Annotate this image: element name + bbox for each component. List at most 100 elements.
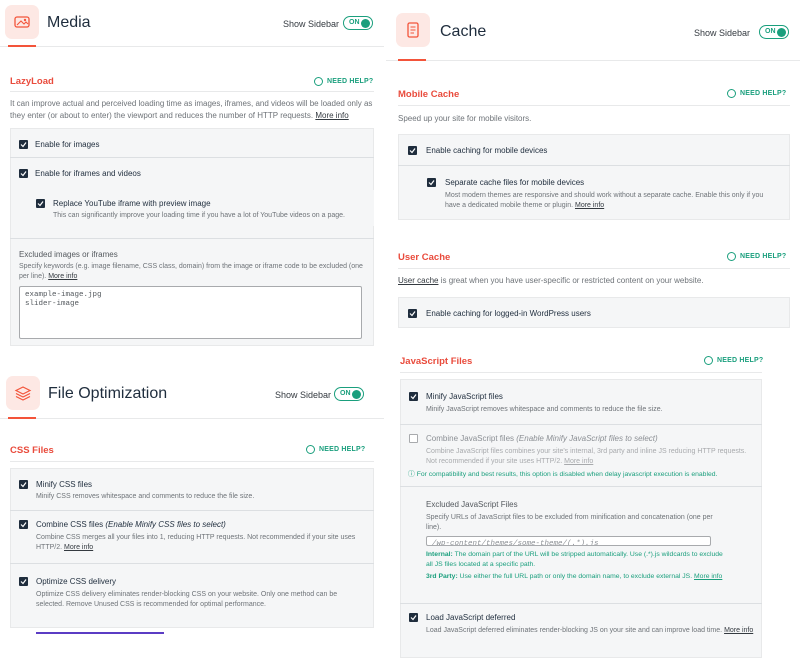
checkbox-mobile-cache[interactable] [408, 146, 417, 155]
user-cache-link[interactable]: User cache [398, 276, 438, 285]
checkbox-combine-js[interactable] [409, 434, 418, 443]
header-accent [8, 417, 36, 419]
page-title: Media [47, 14, 91, 31]
option-description: This can significantly improve your load… [53, 212, 345, 219]
checkbox-images[interactable] [19, 140, 28, 149]
need-help-link[interactable]: NEED HELP? [306, 445, 365, 454]
more-info-link[interactable]: More info [48, 273, 77, 280]
excluded-description: Specify keywords (e.g. image filename, C… [19, 263, 363, 280]
header-divider [0, 418, 384, 419]
need-help-link[interactable]: NEED HELP? [727, 89, 786, 98]
help-icon [727, 252, 736, 261]
excluded-textarea[interactable]: example-image.jpg slider-image [19, 286, 362, 339]
file-optimization-panel: File Optimization Show Sidebar ON CSS Fi… [0, 350, 384, 658]
toggle-state: ON [765, 28, 776, 35]
option-label: Enable caching for logged-in WordPress u… [426, 309, 591, 318]
checkbox-youtube[interactable] [36, 199, 45, 208]
cache-icon [396, 13, 430, 47]
option-label: Combine JavaScript files (Enable Minify … [426, 434, 658, 443]
option-description: Load JavaScript deferred eliminates rend… [426, 627, 754, 634]
layers-icon [6, 376, 40, 410]
user-cache-description: User cache is great when you have user-s… [398, 276, 704, 285]
help-icon [727, 89, 736, 98]
mobile-cache-description: Speed up your site for mobile visitors. [398, 114, 532, 123]
checkbox-iframes[interactable] [19, 169, 28, 178]
toggle-knob [777, 28, 786, 37]
option-description: Most modern themes are responsive and sh… [445, 192, 764, 209]
section-title-javascript-files: JavaScript Files [400, 356, 473, 367]
need-help-link[interactable]: NEED HELP? [727, 252, 786, 261]
toggle-knob [361, 19, 370, 28]
show-sidebar-toggle[interactable]: ON [334, 387, 364, 401]
option-divider [400, 603, 762, 604]
option-label: Load JavaScript deferred [426, 613, 516, 622]
section-title-user-cache: User Cache [398, 252, 451, 263]
need-help-label: NEED HELP? [327, 78, 374, 85]
show-sidebar-label: Show Sidebar [283, 19, 340, 29]
option-label: Enable for iframes and videos [35, 169, 141, 178]
toggle-state: ON [349, 19, 360, 26]
show-sidebar-toggle[interactable]: ON [343, 16, 373, 30]
option-divider [400, 424, 762, 425]
need-help-link[interactable]: NEED HELP? [314, 77, 373, 86]
checkbox-minify-css[interactable] [19, 480, 28, 489]
toggle-knob [352, 390, 361, 399]
section-divider [400, 372, 762, 373]
scroll-indicator [36, 632, 164, 634]
section-divider [10, 91, 374, 92]
checkbox-minify-js[interactable] [409, 392, 418, 401]
checkbox-defer-js[interactable] [409, 613, 418, 622]
help-icon [314, 77, 323, 86]
option-divider [10, 157, 374, 158]
javascript-files-panel: JavaScript Files NEED HELP? Minify JavaS… [386, 350, 800, 658]
option-description: Minify CSS removes whitespace and commen… [36, 493, 255, 500]
checkbox-separate-cache[interactable] [427, 178, 436, 187]
more-info-link[interactable]: More info [564, 458, 593, 465]
lazyload-description: It can improve actual and perceived load… [10, 99, 373, 120]
internal-note: Internal: The domain part of the URL wil… [426, 551, 723, 568]
option-divider [398, 165, 790, 166]
option-label: Minify JavaScript files [426, 392, 503, 401]
excluded-title: Excluded images or iframes [19, 250, 118, 259]
more-info-link[interactable]: More info [64, 544, 93, 551]
more-info-link[interactable]: More info [315, 111, 348, 120]
compatibility-note: ⓘ For compatibility and best results, th… [408, 471, 718, 478]
section-divider [398, 105, 790, 106]
toggle-state: ON [340, 390, 351, 397]
checkbox-optimize-css[interactable] [19, 577, 28, 586]
option-label: Optimize CSS delivery [36, 577, 117, 586]
section-title-css-files: CSS Files [10, 445, 54, 456]
option-divider [10, 238, 374, 239]
page-title: File Optimization [48, 385, 168, 402]
more-info-link[interactable]: More info [575, 202, 604, 209]
section-divider [10, 461, 374, 462]
page-title: Cache [440, 23, 487, 40]
option-label: Replace YouTube iframe with preview imag… [53, 199, 211, 208]
option-description: Combine JavaScript files combines your s… [426, 448, 747, 465]
option-divider [10, 510, 374, 511]
need-help-label: NEED HELP? [319, 446, 366, 453]
excluded-js-title: Excluded JavaScript Files [426, 500, 518, 509]
checkbox-user-cache[interactable] [408, 309, 417, 318]
help-icon [704, 356, 713, 365]
header-divider [386, 60, 800, 61]
option-divider [10, 563, 374, 564]
header-divider [0, 46, 384, 47]
option-description: Minify JavaScript removes whitespace and… [426, 406, 663, 413]
option-label: Minify CSS files [36, 480, 93, 489]
more-info-link[interactable]: More info [694, 573, 722, 580]
need-help-link[interactable]: NEED HELP? [704, 356, 763, 365]
header-accent [398, 59, 426, 61]
need-help-label: NEED HELP? [740, 90, 787, 97]
checkbox-combine-css[interactable] [19, 520, 28, 529]
more-info-link[interactable]: More info [724, 627, 753, 634]
show-sidebar-toggle[interactable]: ON [759, 25, 789, 39]
help-icon [306, 445, 315, 454]
show-sidebar-label: Show Sidebar [275, 390, 332, 400]
need-help-label: NEED HELP? [740, 253, 787, 260]
show-sidebar-label: Show Sidebar [694, 28, 751, 38]
excluded-js-textarea[interactable]: /wp-content/themes/some-theme/(.*).js [426, 536, 711, 546]
section-divider [398, 268, 790, 269]
option-divider [400, 486, 762, 487]
excluded-js-description: Specify URLs of JavaScript files to be e… [426, 514, 713, 531]
